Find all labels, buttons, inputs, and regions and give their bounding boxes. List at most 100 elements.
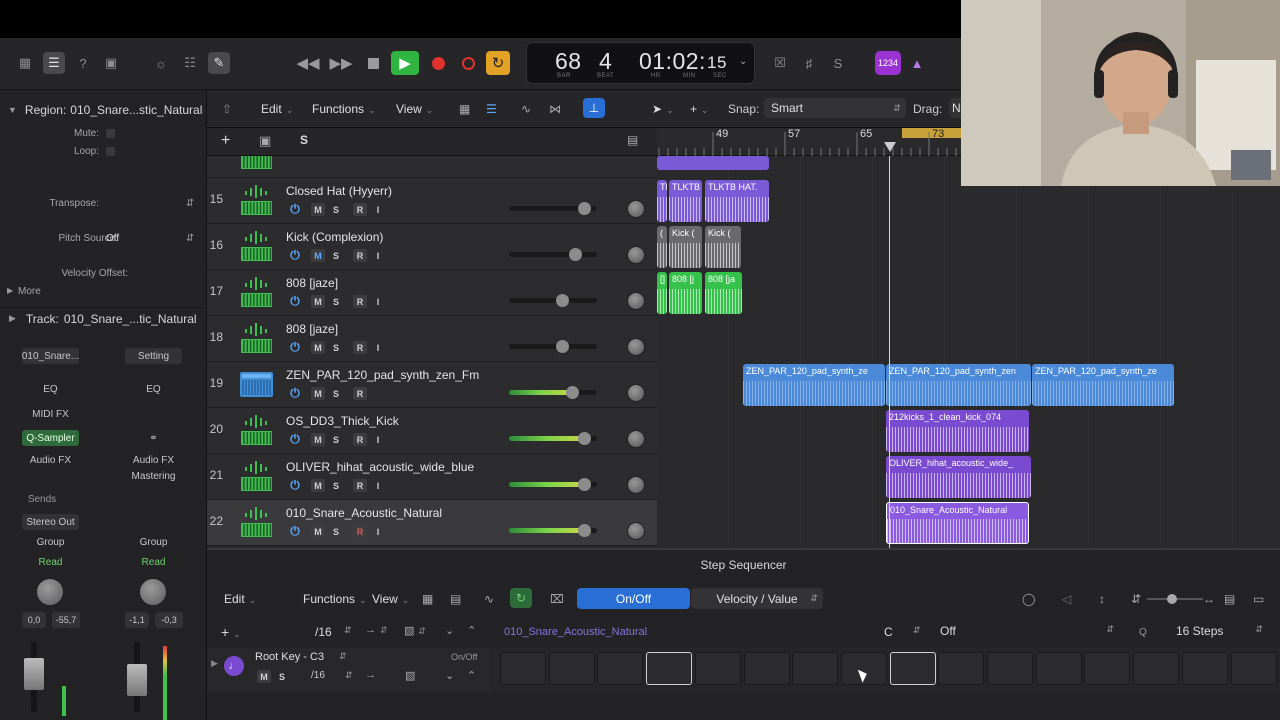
step-pad[interactable]: [597, 652, 643, 685]
instrument-slot[interactable]: Q-Sampler: [22, 430, 79, 446]
track-m-button[interactable]: M: [311, 387, 325, 400]
duplicate-track-icon[interactable]: ▣: [259, 133, 271, 149]
edit-menu[interactable]: Edit ⌄: [261, 102, 293, 116]
help-icon[interactable]: ?: [72, 52, 94, 74]
capture-record-icon[interactable]: [458, 51, 478, 75]
track-volume-slider[interactable]: [509, 478, 597, 491]
arrange-region[interactable]: TB: [657, 180, 667, 222]
track-r-button[interactable]: R: [353, 341, 367, 354]
track-name[interactable]: ZEN_PAR_120_pad_synth_zen_Fm: [286, 368, 479, 382]
step-pad[interactable]: [987, 652, 1033, 685]
row-expand-icon[interactable]: ⌃: [467, 624, 476, 637]
ss-view-menu[interactable]: View ⌄: [372, 592, 409, 606]
add-row-button[interactable]: + ⌄: [221, 624, 241, 640]
track-r-button[interactable]: R: [353, 387, 367, 400]
row-mute-button[interactable]: M: [257, 670, 271, 683]
key-stepper-icon[interactable]: ⇵: [913, 625, 921, 636]
inspector-toggle-icon[interactable]: ▤: [1224, 592, 1235, 606]
playback-direction-icon[interactable]: → ⇵: [365, 624, 388, 636]
volume-thumb[interactable]: [578, 524, 591, 537]
volume-thumb[interactable]: [578, 478, 591, 491]
track-volume-slider[interactable]: [509, 202, 597, 215]
clear-pattern-icon[interactable]: ⌧: [550, 592, 564, 606]
pattern-browser-icon[interactable]: ▦: [422, 592, 433, 606]
track-m-button[interactable]: M: [311, 479, 325, 492]
track-volume-slider[interactable]: [509, 386, 597, 399]
arrange-area[interactable]: TB TLKTB TLKTB HAT. (Kick (Kick ([] 808 [j 80…: [657, 156, 1280, 548]
volume-thumb[interactable]: [578, 202, 591, 215]
arrange-region[interactable]: OLIVER_hihat_acoustic_wide_: [886, 456, 1031, 498]
fit-vertical-icon[interactable]: ↕: [1099, 592, 1105, 606]
arrange-region[interactable]: []: [657, 272, 667, 314]
channel-strip-setting-button[interactable]: 010_Snare...: [22, 348, 79, 364]
pattern-name[interactable]: 010_Snare_Acoustic_Natural: [504, 626, 647, 638]
track-m-button[interactable]: M: [311, 203, 325, 216]
volume-thumb[interactable]: [556, 294, 569, 307]
track-row[interactable]: 22 010_Snare_Acoustic_Natural ⏻ M S R I: [207, 500, 657, 546]
step-rate-stepper-icon[interactable]: ⇵: [344, 625, 352, 636]
output-slot[interactable]: Stereo Out: [22, 514, 79, 530]
cycle-icon[interactable]: ↻: [486, 51, 510, 75]
snap-toggle-icon[interactable]: ⊥: [583, 98, 605, 118]
output-eq-button[interactable]: EQ: [125, 381, 182, 397]
step-pad[interactable]: [1084, 652, 1130, 685]
track-s-button[interactable]: S: [329, 387, 343, 400]
pitch-source-stepper-icon[interactable]: ⇵: [186, 233, 194, 244]
track-i-button[interactable]: I: [371, 433, 385, 446]
loop-start-icon[interactable]: ▧ ⇵: [404, 624, 426, 637]
track-volume-slider[interactable]: [509, 432, 597, 445]
view-menu[interactable]: View ⌄: [396, 102, 433, 116]
track-row[interactable]: 21 OLIVER_hihat_acoustic_wide_blue ⏻ M S R I: [207, 454, 657, 500]
audio-fx-slot[interactable]: Audio FX: [22, 452, 79, 468]
track-i-button[interactable]: I: [371, 203, 385, 216]
arrange-region[interactable]: Kick (: [669, 226, 702, 268]
step-pad[interactable]: [549, 652, 595, 685]
track-m-button[interactable]: M: [311, 249, 325, 262]
volume-fader[interactable]: [24, 658, 44, 690]
track-r-button[interactable]: R: [353, 249, 367, 262]
snap-dropdown[interactable]: Smart ⇵: [764, 98, 906, 118]
ss-edit-menu[interactable]: Edit ⌄: [224, 592, 256, 606]
playhead-line[interactable]: [889, 156, 890, 548]
transpose-stepper-icon[interactable]: ⇵: [186, 198, 194, 209]
preview-icon[interactable]: ◯: [1022, 592, 1035, 606]
link-icon[interactable]: ⚭: [125, 430, 182, 446]
track-row[interactable]: 18 808 [jaze] ⏻ M S R I: [207, 316, 657, 362]
region-partial[interactable]: [657, 156, 769, 170]
automation-mode[interactable]: Read: [22, 554, 79, 570]
step-pad[interactable]: [792, 652, 838, 685]
track-s-button[interactable]: S: [329, 341, 343, 354]
track-pan-knob[interactable]: [627, 384, 645, 402]
loop-checkbox[interactable]: [106, 147, 115, 156]
eq-button[interactable]: EQ: [22, 381, 79, 397]
track-m-button[interactable]: M: [311, 295, 325, 308]
count-in-button[interactable]: 1234: [875, 51, 901, 75]
functions-menu[interactable]: Functions ⌄: [312, 102, 376, 116]
window-icon[interactable]: ▭: [1253, 592, 1264, 606]
track-r-button[interactable]: R: [353, 295, 367, 308]
step-pad[interactable]: [890, 652, 936, 685]
row-collapse-icon[interactable]: ⌄: [445, 669, 454, 682]
track-name[interactable]: OLIVER_hihat_acoustic_wide_blue: [286, 460, 474, 474]
output-strip-setting-button[interactable]: Setting: [125, 348, 182, 364]
arrange-region[interactable]: ZEN_PAR_120_pad_synth_zen: [886, 364, 1031, 406]
track-pan-knob[interactable]: [627, 522, 645, 540]
row-loop-icon[interactable]: ▧: [405, 669, 415, 682]
speaker-icon[interactable]: ◁: [1062, 592, 1071, 606]
row-rate-stepper-icon[interactable]: ⇵: [345, 670, 353, 681]
add-track-button[interactable]: +: [221, 132, 238, 149]
more-label[interactable]: More: [18, 286, 41, 297]
track-s-button[interactable]: S: [329, 295, 343, 308]
row-expand-icon[interactable]: ⌃: [467, 669, 476, 682]
drag-dropdown[interactable]: N: [949, 98, 961, 118]
brightness-icon[interactable]: ☼: [150, 52, 172, 74]
row-collapse-icon[interactable]: ⌄: [445, 624, 454, 637]
track-i-button[interactable]: I: [371, 295, 385, 308]
fit-horizontal-icon[interactable]: ↔: [1203, 592, 1215, 606]
ss-functions-menu[interactable]: Functions ⌄: [303, 592, 367, 606]
secondary-tool-icon[interactable]: + ⌄: [690, 102, 709, 116]
arrange-region[interactable]: ZEN_PAR_120_pad_synth_ze: [743, 364, 885, 406]
pointer-tool-icon[interactable]: ➤ ⌄: [652, 102, 674, 116]
track-name[interactable]: Closed Hat (Hyyerr): [286, 184, 392, 198]
step-pad[interactable]: [1231, 652, 1277, 685]
